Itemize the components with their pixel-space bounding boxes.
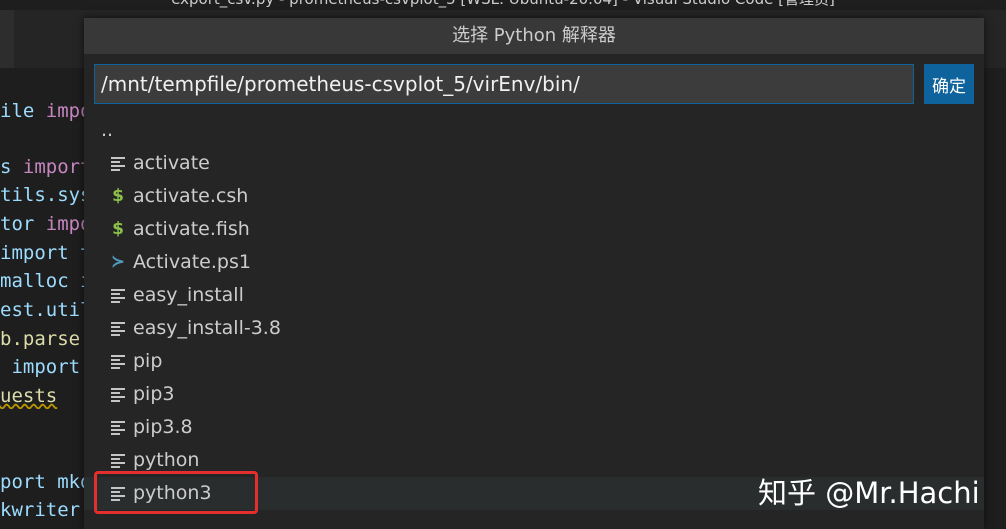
window-title: export_csv.py - prometheus-csvplot_5 [WS… bbox=[0, 0, 1006, 9]
code-token: b.parse bbox=[0, 328, 81, 350]
code-token: import bbox=[22, 156, 84, 178]
code-line: b.parse bbox=[0, 326, 84, 352]
list-item-activate[interactable]: activate bbox=[84, 147, 984, 180]
code-token: import bbox=[0, 242, 81, 264]
list-item-pip3[interactable]: pip3 bbox=[84, 378, 984, 411]
code-line: import t bbox=[0, 240, 84, 266]
list-item-label: pip bbox=[133, 350, 163, 372]
code-line: port mkd bbox=[0, 469, 84, 495]
code-token: impo bbox=[45, 100, 84, 122]
code-token: ile bbox=[0, 100, 46, 122]
list-item-label: activate bbox=[133, 152, 210, 174]
list-item-easy-install[interactable]: easy_install bbox=[84, 279, 984, 312]
quick-pick-title: 选择 Python 解释器 bbox=[84, 18, 984, 54]
code-line: est.util bbox=[0, 297, 84, 323]
code-token: tils.sys bbox=[0, 184, 84, 206]
highlight-annotation bbox=[94, 471, 258, 514]
list-item-label: activate.csh bbox=[133, 185, 249, 207]
file-lines-icon bbox=[111, 157, 125, 171]
file-lines-icon bbox=[111, 322, 125, 336]
code-token: tor bbox=[0, 213, 46, 235]
window-title-bar: export_csv.py - prometheus-csvplot_5 [WS… bbox=[0, 0, 1006, 10]
list-item-label: easy_install-3.8 bbox=[133, 317, 281, 339]
code-line: import bbox=[0, 354, 84, 380]
code-line: ile impo bbox=[0, 98, 84, 124]
code-line: kwriter bbox=[0, 497, 84, 523]
code-line: malloc i bbox=[0, 268, 84, 294]
watermark: 知乎 @Mr.Hachi bbox=[758, 476, 980, 510]
file-lines-icon bbox=[111, 289, 125, 303]
code-line: tor impo bbox=[0, 211, 84, 237]
code-token: port bbox=[0, 471, 58, 493]
code-line: uests bbox=[0, 383, 84, 409]
file-list: .. activate $ activate.csh $ activate.fish ≻ Ac… bbox=[84, 114, 984, 510]
file-lines-icon bbox=[111, 388, 125, 402]
list-item-easy-install-3-8[interactable]: easy_install-3.8 bbox=[84, 312, 984, 345]
list-item-parent-dir[interactable]: .. bbox=[84, 114, 984, 147]
code-token: mkd bbox=[57, 471, 84, 493]
list-item-activate-csh[interactable]: $ activate.csh bbox=[84, 180, 984, 213]
list-item-label: python bbox=[133, 449, 200, 471]
code-token: impo bbox=[45, 213, 84, 235]
list-item-label: .. bbox=[101, 119, 114, 141]
code-token: est.util bbox=[0, 299, 84, 321]
shell-dollar-icon: $ bbox=[112, 186, 124, 206]
code-token: malloc bbox=[0, 270, 81, 292]
shell-dollar-icon: $ bbox=[112, 219, 124, 239]
code-token: s bbox=[0, 156, 23, 178]
interpreter-quick-pick: 选择 Python 解释器 确定 .. activate $ activate.csh… bbox=[84, 18, 984, 529]
quick-pick-input-row: 确定 bbox=[94, 64, 974, 104]
path-input[interactable] bbox=[94, 64, 914, 104]
code-token: import bbox=[0, 356, 81, 378]
powershell-icon: ≻ bbox=[110, 252, 126, 272]
list-item-pip[interactable]: pip bbox=[84, 345, 984, 378]
list-item-label: activate.fish bbox=[133, 218, 250, 240]
list-item-label: easy_install bbox=[133, 284, 244, 306]
file-lines-icon bbox=[111, 454, 125, 468]
list-item-label: pip3.8 bbox=[133, 416, 193, 438]
list-item-pip3-8[interactable]: pip3.8 bbox=[84, 411, 984, 444]
code-line: s import bbox=[0, 154, 84, 180]
list-item-label: Activate.ps1 bbox=[133, 251, 251, 273]
code-token: kwriter bbox=[0, 499, 81, 521]
file-lines-icon bbox=[111, 355, 125, 369]
code-line: tils.sys bbox=[0, 182, 84, 208]
file-lines-icon bbox=[111, 421, 125, 435]
list-item-label: pip3 bbox=[133, 383, 175, 405]
list-item-activate-ps1[interactable]: ≻ Activate.ps1 bbox=[84, 246, 984, 279]
list-item-activate-fish[interactable]: $ activate.fish bbox=[84, 213, 984, 246]
ok-button[interactable]: 确定 bbox=[924, 64, 974, 104]
code-token: uests bbox=[0, 385, 58, 407]
